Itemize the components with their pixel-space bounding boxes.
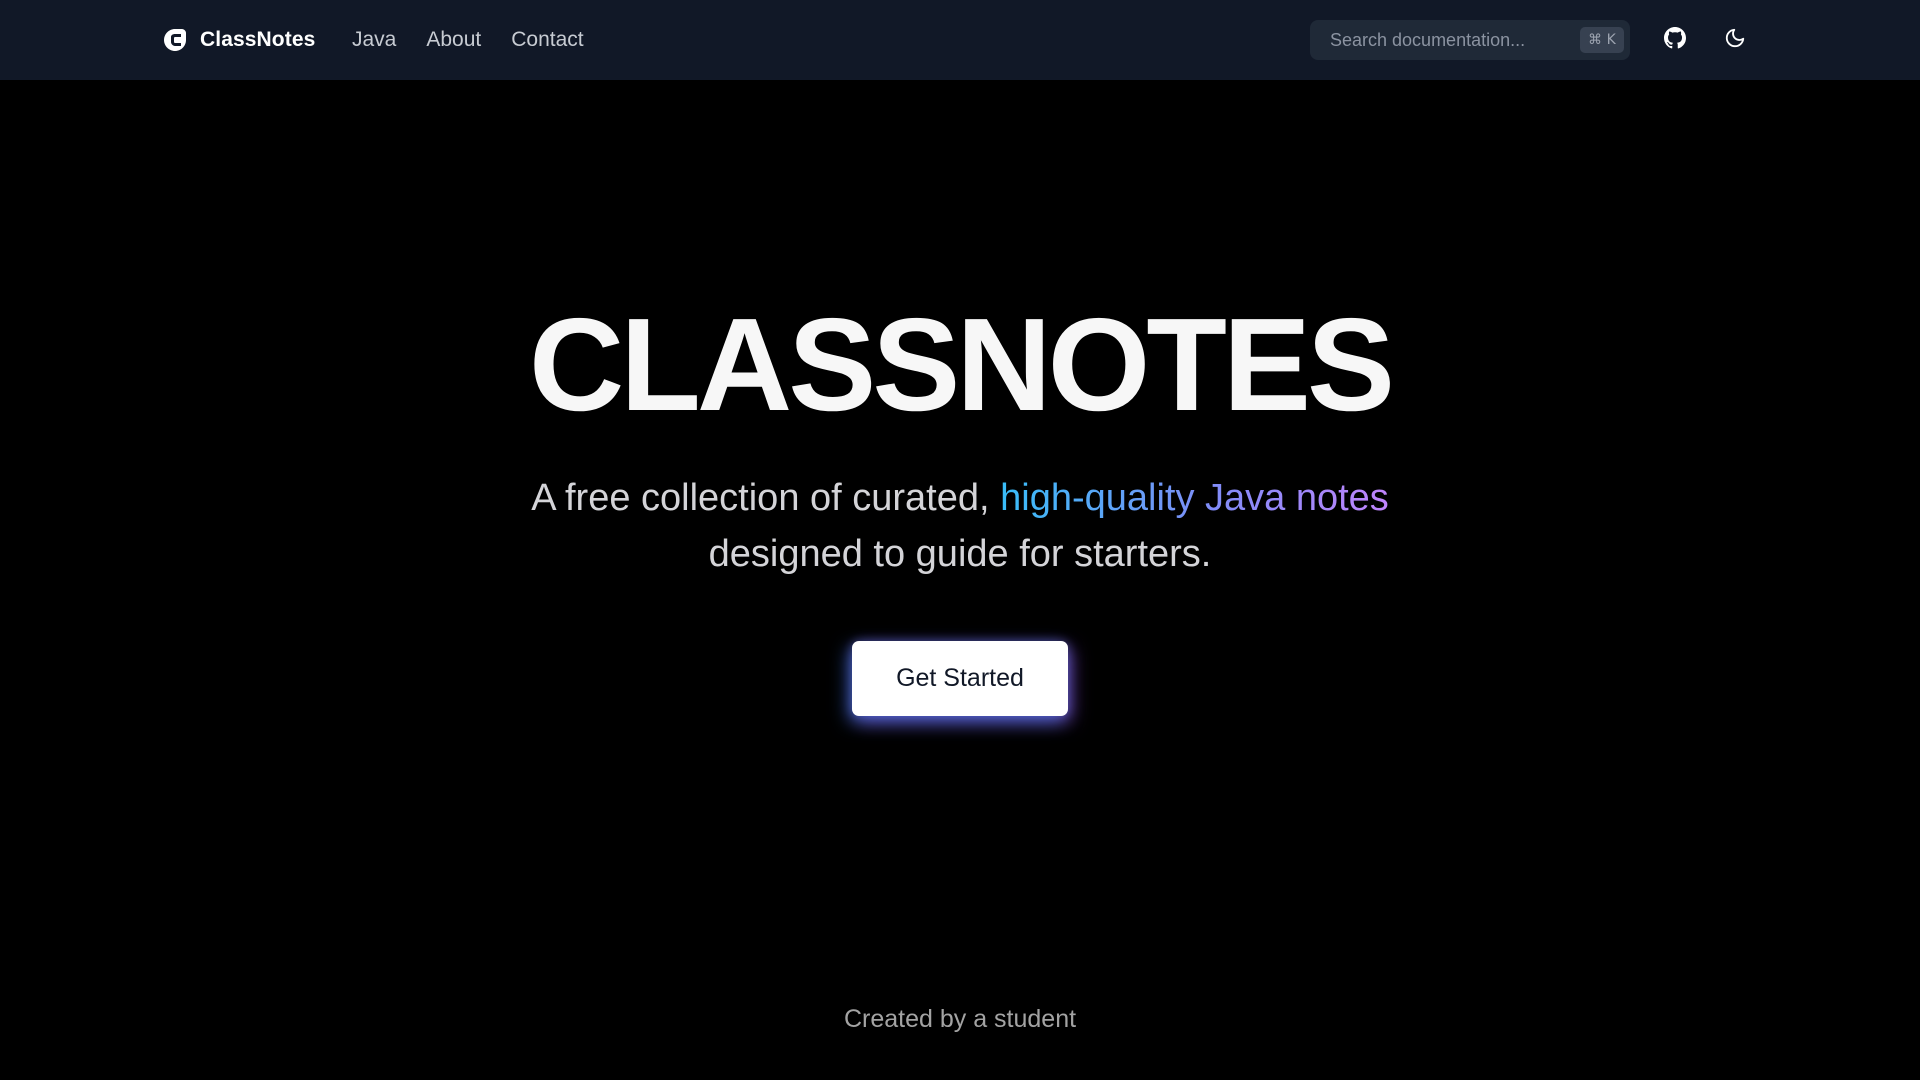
footer-credit: Created by a student xyxy=(843,1005,1077,1033)
github-icon xyxy=(1664,26,1686,54)
search-box[interactable]: ⌘ K xyxy=(1310,20,1630,60)
hero-subtitle-highlight: high-quality Java notes xyxy=(1000,477,1389,519)
nav-link-contact[interactable]: Contact xyxy=(511,28,583,52)
brand-name: ClassNotes xyxy=(200,28,316,51)
brand-home-link[interactable]: ClassNotes xyxy=(162,0,315,80)
hero-subtitle-part2: designed to guide for starters. xyxy=(708,533,1212,575)
hero-subtitle: A free collection of curated, high-quali… xyxy=(0,470,1920,582)
classnotes-logo-icon xyxy=(162,27,188,53)
moon-icon xyxy=(1724,27,1746,54)
get-started-button[interactable]: Get Started xyxy=(852,641,1068,716)
nav-link-java[interactable]: Java xyxy=(352,28,396,52)
top-navbar: ClassNotes Java About Contact ⌘ K xyxy=(0,0,1920,80)
hero-subtitle-part1: A free collection of curated, xyxy=(531,477,1001,519)
main-nav: Java About Contact xyxy=(352,0,584,80)
search-input[interactable] xyxy=(1330,29,1580,51)
hero-title: CLASSNOTES xyxy=(528,291,1395,438)
github-button[interactable] xyxy=(1657,22,1693,58)
search-shortcut-hint: ⌘ K xyxy=(1580,27,1624,53)
nav-link-about[interactable]: About xyxy=(426,28,481,52)
theme-toggle-button[interactable] xyxy=(1717,22,1753,58)
